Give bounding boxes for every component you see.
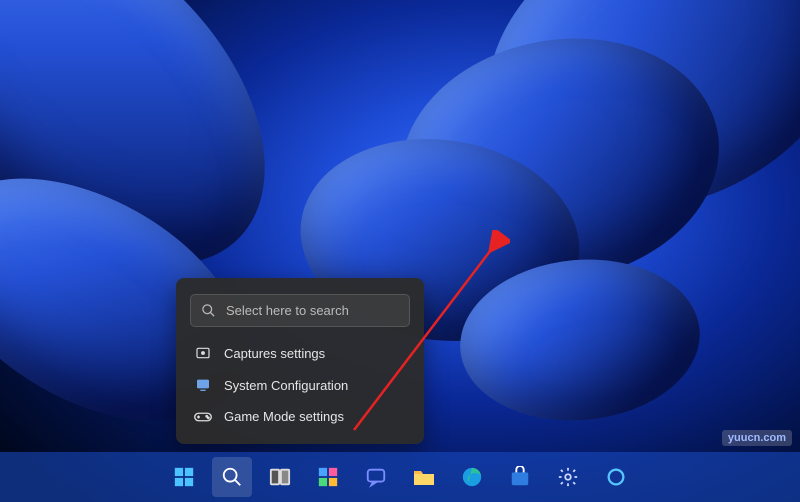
windows-icon [173,466,195,488]
search-popup: Select here to search Captures settings … [176,278,424,444]
menu-item-label: Game Mode settings [224,409,344,424]
store-icon [509,466,531,488]
menu-item-system-configuration[interactable]: System Configuration [176,369,424,401]
settings-icon [557,466,579,488]
widgets-icon [317,466,339,488]
game-mode-icon [194,410,212,424]
menu-item-label: Captures settings [224,346,325,361]
taskbar-settings-button[interactable] [548,457,588,497]
search-icon [201,303,216,318]
edge-icon [461,466,483,488]
search-input[interactable]: Select here to search [190,294,410,327]
taskbar-file-explorer-button[interactable] [404,457,444,497]
cortana-icon [605,466,627,488]
search-placeholder: Select here to search [226,303,349,318]
taskbar-cortana-button[interactable] [596,457,636,497]
task-view-icon [269,466,291,488]
taskbar-widgets-button[interactable] [308,457,348,497]
watermark: yuucn.com [722,430,792,446]
folder-icon [412,466,436,488]
desktop: Select here to search Captures settings … [0,0,800,502]
taskbar-chat-button[interactable] [356,457,396,497]
system-config-icon [194,377,212,393]
taskbar-start-button[interactable] [164,457,204,497]
menu-item-captures-settings[interactable]: Captures settings [176,337,424,369]
captures-icon [194,345,212,361]
taskbar-store-button[interactable] [500,457,540,497]
menu-item-label: System Configuration [224,378,348,393]
taskbar [0,452,800,502]
menu-item-game-mode-settings[interactable]: Game Mode settings [176,401,424,432]
taskbar-search-button[interactable] [212,457,252,497]
search-icon [221,466,243,488]
taskbar-task-view-button[interactable] [260,457,300,497]
taskbar-edge-button[interactable] [452,457,492,497]
chat-icon [365,466,387,488]
